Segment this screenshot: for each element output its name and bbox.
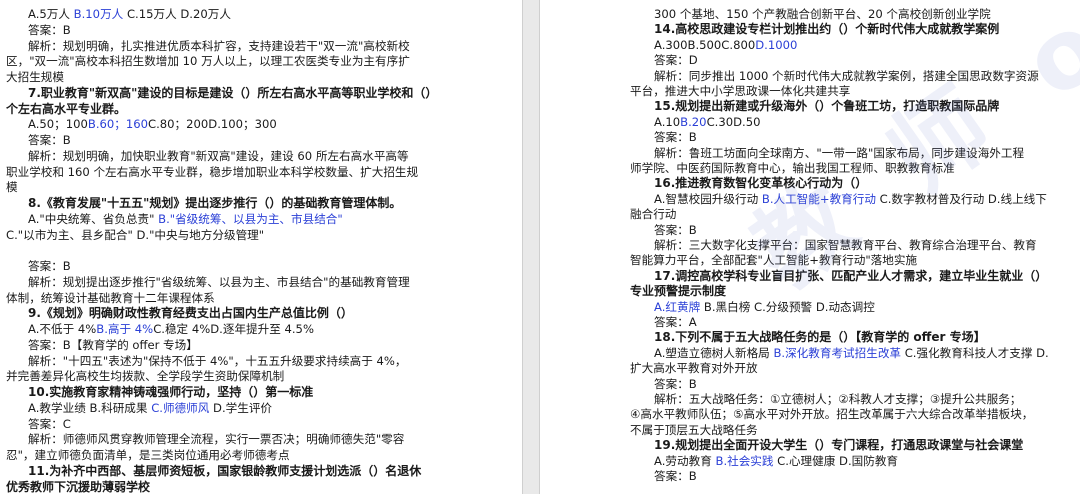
line-text: 个左右高水平专业群。 [6,101,127,116]
line-text: 解析：三大数字化支撑平台：国家智慧教育平台、教育综合治理平台、教育 [654,238,1037,252]
line-text: A.教学业绩 B.科研成果 [28,400,152,415]
line-text: 19.规划提出全面开设大学生（）专门课程，打通思政课堂与社会课堂 [654,438,1024,453]
line-text: A."中央统筹、省负总责" [28,211,159,226]
line-text: 大招生规模 [6,70,64,84]
line-text: B.黑白榜 C.分级预警 D.动态调控 [700,299,875,314]
line-text: 解析：规划提出逐步推行"省级统筹、以县为主、市县结合"的基础教育管理 [28,274,410,289]
line-text: 区，"双一流"高校本科招生数增加 10 万人以上，以理工农医类专业为主有序扩 [6,54,410,69]
line-text: 14.高校思政建设专栏计划推出约（）个新时代伟大成就教学案例 [654,22,1000,37]
line-text: 18.下列不属于五大战略任务的是（）【教育学的 offer 专场】 [654,330,986,345]
document-page-left: A.5万人 B.10万人 C.15万人 D.20万人 答案：B 解析：规划明确，扎实… [0,0,522,494]
line-text: 11.为补齐中西部、基层师资短板，国家银龄教师支援计划选派（）名退休 [28,463,422,478]
line-text: 答案：B [654,376,697,391]
highlighted-answer-text: B.社会实践 [715,453,774,468]
line-text: 答案：B [654,469,697,483]
highlighted-answer-text: C.师德师风 [151,400,210,415]
line-text: D.学生评价 [209,400,273,415]
line-text: 平台，推进大中小学思政课一体化共建共享 [630,84,851,98]
line-text: A.10 [654,114,681,129]
line-text: 答案：B [654,130,697,145]
line-text: C.数字教材普及行动 D.线上线下 [875,191,1047,206]
line-text: C.强化教育科技人才支撑 D. [901,345,1049,360]
line-text: 答案：B [28,259,71,273]
highlighted-answer-text: B.深化教育考试招生改革 [773,345,902,360]
line-text: 融合行动 [630,207,677,222]
line-text: 16.推进教育数智化变革核心行动为（） [654,176,868,191]
line-text: C.心理健康 D.国防教育 [773,453,899,468]
line-text: 答案：B [28,22,71,37]
line-text: 专业预警提示制度 [630,284,727,299]
line-text: C.80；200D.100；300 [148,117,277,132]
line-text: 扩大高水平教育对外开放 [630,361,758,376]
line-text: 10.实施教育家精神铸魂强师行动，坚持（）第一标准 [28,385,314,399]
line-text: 智能算力平台，全部配套"人工智能+教育行动"落地实施 [630,253,918,268]
line-text: 不属于顶层五大战略任务 [630,422,758,437]
line-text: C.稳定 4%D.逐年提升至 4.5% [153,322,314,336]
line-text: 解析：规划明确，加快职业教育"新双高"建设，建设 60 所左右高水平高等 [28,148,409,163]
highlighted-answer-text: A.红黄牌 [654,299,701,314]
line-text: 15.规划提出新建或升级海外（）个鲁班工坊，打造职教国际品牌 [654,99,1000,114]
line-text: 9.《规划》明确财政性教育经费支出占国内生产总值比例（） [28,306,353,321]
line-text: 答案：D [654,53,698,68]
line-text: C.15万人 D.20万人 [123,7,231,21]
line-text: 8.《教育发展"十五五"规划》提出逐步推行（）的基础教育管理体制。 [28,196,402,210]
highlighted-answer-text: B.20 [680,114,707,129]
line-text: A.劳动教育 [654,453,716,468]
document-page-right: 300 个基地、150 个产教融合创新平台、20 个高校创新创业学院 14.高校思… [540,0,1080,494]
line-text: 解析："十四五"表述为"保持不低于 4%"，十五五升级要求持续高于 4%， [28,353,407,368]
line-text: 7.职业教育"新双高"建设的目标是建设（）所左右高水平高等职业学校和（） [28,85,438,100]
line-text: C.30D.50 [706,114,761,129]
line-text: A.不低于 4% [28,322,97,336]
line-text: A.300B.500C.800 [654,37,756,52]
line-text: A.50；100 [28,117,88,132]
answer-line: 答案：B [654,467,1080,486]
line-text: 解析：五大战略任务：①立德树人；②科教人才支撑；③提升公共服务； [654,392,1022,406]
line-text: 解析：同步推出 1000 个新时代伟大成就教学案例，搭建全国思政数字资源 [654,68,1039,83]
line-text: 优秀教师下沉援助薄弱学校 [6,479,151,494]
question-line: 优秀教师下沉援助薄弱学校 [6,478,476,494]
highlighted-answer-text: B."省级统筹、以县为主、市县结合" [158,211,343,226]
page-gutter [522,0,540,494]
highlighted-answer-text: B.60；160 [87,117,149,132]
line-text: 答案：B [28,133,71,147]
highlighted-answer-text: B.10万人 [73,7,124,21]
line-text: 师学院、中医药国际教育中心，输出我国工程师、职教教育标准 [630,161,955,175]
highlighted-answer-text: B.人工智能+教育行动 [761,191,876,206]
line-text: C."以市为主、县乡配合" D."中央与地方分级管理" [6,227,265,242]
line-text: A.塑造立德树人新格局 [654,345,774,360]
highlighted-answer-text: D.1000 [755,37,798,52]
line-text: 并完善差异化高校生均拨款、全学段学生资助保障机制 [6,369,285,384]
line-text: 解析：师德师风贯穿教师管理全流程，实行一票否决；明确师德失范"零容 [28,432,405,447]
line-text: 模 [6,180,18,195]
line-text: 答案：A [654,315,697,329]
line-text: A.智慧校园升级行动 [654,191,762,206]
line-text: 忍"，建立师德负面清单，是三类岗位通用必考师德考点 [6,448,290,462]
line-text: 17.调控高校学科专业盲目扩张、匹配产业人才需求，建立毕业生就业（） [654,268,1048,283]
highlighted-answer-text: B.高于 4% [96,322,154,336]
line-text: 答案：B [654,222,697,237]
line-text: 答案：B【教育学的 offer 专场】 [28,337,198,352]
line-text: 职业学校和 160 个左右高水平专业群，稳步增加职业本科学校数量、扩大招生规 [6,164,419,179]
line-text: A.5万人 [28,7,74,21]
line-text: 300 个基地、150 个产教融合创新平台、20 个高校创新创业学院 [654,7,991,21]
line-text: 解析：规划明确，扎实推进优质本科扩容，支持建设若干"双一流"高校新校 [28,38,410,53]
line-text: 解析：鲁班工坊面向全球南方、"一带一路"国家布局，同步建设海外工程 [654,145,1025,160]
line-text: ④高水平教师队伍；⑤高水平对外开放。招生改革属于六大综合改革举措板块， [630,407,1034,422]
line-text: 答案：C [28,416,71,431]
line-text: 体制，统筹设计基础教育十二年课程体系 [6,290,215,305]
